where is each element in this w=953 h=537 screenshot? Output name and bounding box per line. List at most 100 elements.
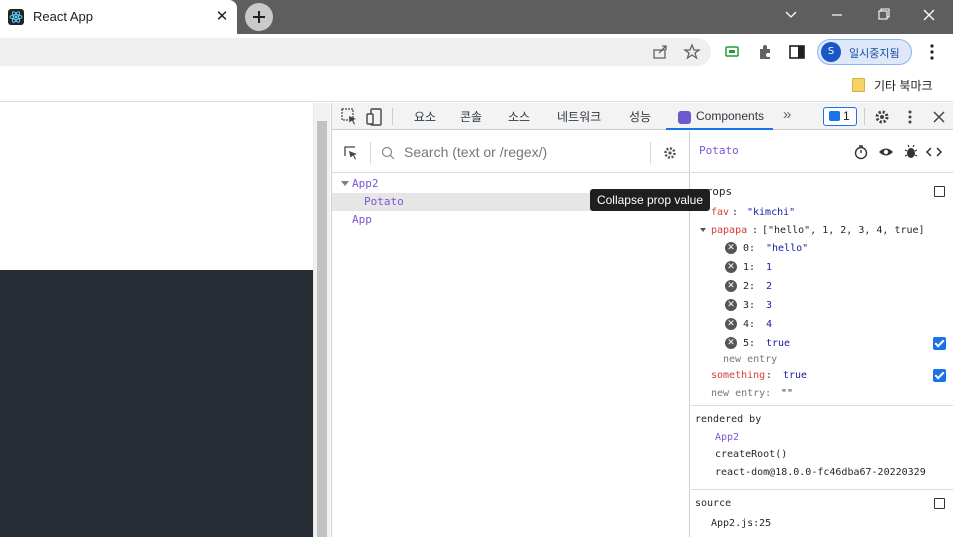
close-window-icon[interactable] <box>906 3 952 27</box>
avatar: S <box>821 42 841 62</box>
share-icon[interactable] <box>650 42 670 62</box>
owner-item: createRoot() <box>715 449 788 460</box>
section-divider <box>691 489 953 490</box>
prop-colon: : <box>752 225 759 236</box>
copy-props-icon[interactable] <box>934 186 945 197</box>
tab-components-label: Components <box>696 109 765 123</box>
prop-value[interactable]: true <box>783 370 807 381</box>
device-toolbar-icon[interactable] <box>365 107 385 127</box>
page-scrollbar[interactable] <box>313 103 330 537</box>
devtools-menu-icon[interactable] <box>900 107 920 127</box>
bool-checkbox[interactable] <box>933 369 946 382</box>
remove-item-icon[interactable]: ✕ <box>725 280 737 292</box>
remove-item-icon[interactable]: ✕ <box>725 318 737 330</box>
tooltip: Collapse prop value <box>590 189 710 211</box>
array-value[interactable]: 2 <box>766 281 772 292</box>
profile-button[interactable]: S 일시중지됨 <box>817 39 912 65</box>
more-tabs-icon[interactable]: » <box>783 106 791 123</box>
tree-item-app[interactable]: App <box>332 211 690 229</box>
inspect-element-icon[interactable] <box>340 107 360 127</box>
bool-checkbox[interactable] <box>933 337 946 350</box>
tree-settings-icon[interactable] <box>660 144 680 164</box>
array-index: 3: <box>743 300 756 311</box>
array-value[interactable]: "hello" <box>766 243 808 254</box>
view-source-icon[interactable] <box>925 143 945 163</box>
bookmark-star-icon[interactable] <box>682 42 702 62</box>
array-value[interactable]: 4 <box>766 319 772 330</box>
page-viewport <box>0 103 313 537</box>
prop-colon: : <box>766 370 773 381</box>
chrome-menu-icon[interactable] <box>922 42 942 62</box>
array-value[interactable]: 1 <box>766 262 772 273</box>
tab-elements[interactable]: 요소 <box>414 108 436 125</box>
copy-source-icon[interactable] <box>934 498 945 509</box>
devtools-settings-icon[interactable] <box>872 107 892 127</box>
app-header-area <box>0 270 313 537</box>
inspected-element-header: Potato <box>691 131 953 173</box>
prop-colon: : <box>732 207 739 218</box>
tab-strip: React App ✕ <box>0 0 953 34</box>
expand-caret-icon[interactable] <box>341 181 349 186</box>
new-tab-button[interactable] <box>245 3 273 31</box>
side-panel-icon[interactable] <box>787 42 807 62</box>
prop-key: something <box>711 370 766 381</box>
restore-icon[interactable] <box>860 3 906 27</box>
extensions-puzzle-icon[interactable] <box>755 42 775 62</box>
prop-key: papapa <box>711 225 748 236</box>
component-tree-pane: App2 Potato App Collapse prop value <box>332 131 710 537</box>
minimize-icon[interactable] <box>814 3 860 27</box>
rendered-by-label: rendered by <box>695 414 762 425</box>
source-label: source <box>695 498 732 509</box>
bug-icon[interactable] <box>902 143 922 163</box>
toolbar-divider <box>864 108 865 125</box>
bookmark-other-folder[interactable]: 기타 북마크 <box>874 77 933 94</box>
remove-item-icon[interactable]: ✕ <box>725 337 737 349</box>
remove-item-icon[interactable]: ✕ <box>725 261 737 273</box>
message-icon <box>829 111 840 121</box>
address-bar[interactable] <box>0 38 711 66</box>
new-entry-value[interactable]: "" <box>781 388 793 399</box>
devtools-panel: 요소 콘솔 소스 네트워크 성능 Components » 1 Search (… <box>331 103 953 537</box>
tab-network[interactable]: 네트워크 <box>557 108 601 125</box>
array-index: 0: <box>743 243 756 254</box>
issues-badge[interactable]: 1 <box>823 107 857 126</box>
tab-react-app[interactable]: React App ✕ <box>0 0 237 34</box>
eye-icon[interactable] <box>877 143 897 163</box>
tab-search-icon[interactable] <box>768 3 814 27</box>
scrollbar-thumb[interactable] <box>317 121 327 537</box>
prop-key: fav <box>711 207 730 218</box>
array-value[interactable]: true <box>766 338 790 349</box>
browser-toolbar: S 일시중지됨 <box>0 34 953 70</box>
tab-sources[interactable]: 소스 <box>508 108 530 125</box>
inspected-component-name: Potato <box>699 144 739 157</box>
collapse-caret-icon[interactable] <box>700 228 706 232</box>
tab-console[interactable]: 콘솔 <box>460 108 482 125</box>
stopwatch-icon[interactable] <box>852 143 872 163</box>
search-divider <box>370 142 371 164</box>
array-index: 4: <box>743 319 756 330</box>
prop-value[interactable]: "kimchi" <box>747 207 795 218</box>
tree-item-label: Potato <box>364 195 404 208</box>
react-favicon-icon <box>8 9 24 25</box>
section-divider <box>691 405 953 406</box>
tab-components[interactable]: Components <box>666 103 773 130</box>
tree-item-label: App <box>352 213 372 226</box>
folder-icon <box>852 78 865 92</box>
tab-close-icon[interactable]: ✕ <box>214 7 230 25</box>
tab-performance[interactable]: 성능 <box>629 108 651 125</box>
new-entry-key[interactable]: new entry: <box>711 388 771 399</box>
new-entry-field[interactable]: new entry <box>723 354 777 365</box>
browser-window: React App ✕ S 일시중지됨 기타 북마크 요소 콘솔 소스 네트워크… <box>0 0 953 537</box>
component-search-input[interactable] <box>404 143 644 161</box>
devtools-close-icon[interactable] <box>929 107 949 127</box>
remove-item-icon[interactable]: ✕ <box>725 242 737 254</box>
remove-item-icon[interactable]: ✕ <box>725 299 737 311</box>
source-location[interactable]: App2.js:25 <box>711 518 771 529</box>
tree-item-label: App2 <box>352 177 379 190</box>
array-value[interactable]: 3 <box>766 300 772 311</box>
owner-item: react-dom@18.0.0-fc46dba67-20220329 <box>715 467 926 478</box>
owner-link[interactable]: App2 <box>715 432 739 443</box>
select-component-icon[interactable] <box>342 144 362 164</box>
extension-green-icon[interactable] <box>722 42 742 62</box>
bookmarks-bar: 기타 북마크 <box>0 70 953 102</box>
